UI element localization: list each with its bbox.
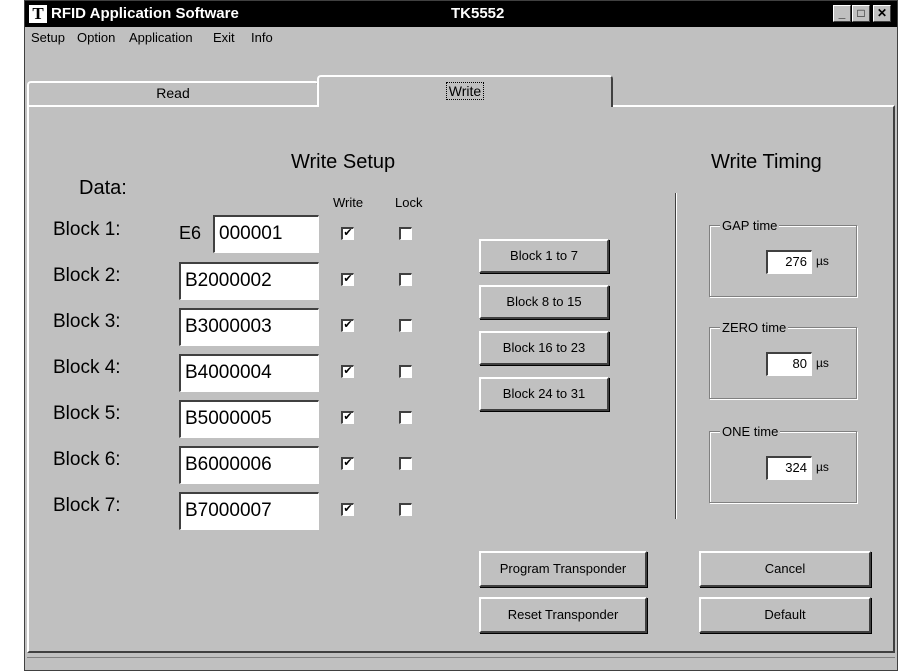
gap-time-label: GAP time [720, 218, 780, 233]
block-7-label: Block 7: [53, 495, 121, 516]
block-7-write-checkbox[interactable]: ✔ [341, 503, 354, 516]
block-16-to-23-button[interactable]: Block 16 to 23 [479, 331, 609, 365]
title-bar[interactable]: T RFID Application Software TK5552 _ □ ✕ [25, 1, 897, 27]
block-2-write-checkbox[interactable]: ✔ [341, 273, 354, 286]
menu-option[interactable]: Option [77, 30, 115, 45]
menu-info[interactable]: Info [251, 30, 273, 45]
data-label: Data: [79, 177, 127, 199]
block-2-label: Block 2: [53, 265, 121, 286]
one-time-group: ONE time 324 µs [709, 424, 857, 503]
block-4-write-checkbox[interactable]: ✔ [341, 365, 354, 378]
block-1-write-checkbox[interactable]: ✔ [341, 227, 354, 240]
block-4-label: Block 4: [53, 357, 121, 378]
write-timing-heading: Write Timing [711, 151, 822, 173]
block-6-lock-checkbox[interactable] [399, 457, 412, 470]
block-6-input[interactable]: B6000006 [179, 446, 319, 484]
tab-read[interactable]: Read [27, 81, 319, 105]
status-bar [27, 657, 895, 669]
block-6-write-checkbox[interactable]: ✔ [341, 457, 354, 470]
zero-time-label: ZERO time [720, 320, 789, 335]
menu-exit[interactable]: Exit [213, 30, 235, 45]
close-icon[interactable]: ✕ [873, 5, 891, 22]
write-panel: Data: Write Setup Write Timing Write Loc… [27, 105, 895, 653]
one-time-label: ONE time [720, 424, 781, 439]
col-write-header: Write [333, 195, 364, 210]
block-5-input[interactable]: B5000005 [179, 400, 319, 438]
zero-time-input[interactable]: 80 [766, 352, 812, 376]
one-time-input[interactable]: 324 [766, 456, 812, 480]
window-title: RFID Application Software [51, 5, 239, 22]
menu-application[interactable]: Application [129, 30, 193, 45]
zero-time-unit: µs [816, 356, 829, 370]
block-2-input[interactable]: B2000002 [179, 262, 319, 300]
col-lock-header: Lock [395, 195, 423, 210]
block-7-input[interactable]: B7000007 [179, 492, 319, 530]
block-2-lock-checkbox[interactable] [399, 273, 412, 286]
block-3-input[interactable]: B3000003 [179, 308, 319, 346]
block-5-lock-checkbox[interactable] [399, 411, 412, 424]
minimize-icon[interactable]: _ [833, 5, 851, 22]
block-3-lock-checkbox[interactable] [399, 319, 412, 332]
block-6-label: Block 6: [53, 449, 121, 470]
section-divider [675, 193, 677, 519]
block-7-lock-checkbox[interactable] [399, 503, 412, 516]
block-5-write-checkbox[interactable]: ✔ [341, 411, 354, 424]
write-setup-heading: Write Setup [291, 151, 396, 173]
reset-transponder-button[interactable]: Reset Transponder [479, 597, 647, 633]
menu-bar: Setup Option Application Exit Info [25, 27, 897, 49]
block-8-to-15-button[interactable]: Block 8 to 15 [479, 285, 609, 319]
block-1-to-7-button[interactable]: Block 1 to 7 [479, 239, 609, 273]
block-4-input[interactable]: B4000004 [179, 354, 319, 392]
menu-setup[interactable]: Setup [31, 30, 65, 45]
block-1-input[interactable]: 000001 [213, 215, 319, 253]
gap-time-group: GAP time 276 µs [709, 218, 857, 297]
block-4-lock-checkbox[interactable] [399, 365, 412, 378]
gap-time-input[interactable]: 276 [766, 250, 812, 274]
block-1-lock-checkbox[interactable] [399, 227, 412, 240]
zero-time-group: ZERO time 80 µs [709, 320, 857, 399]
tab-write-label: Write [445, 82, 485, 100]
window-model: TK5552 [451, 5, 505, 22]
app-window: T RFID Application Software TK5552 _ □ ✕… [24, 0, 898, 671]
app-icon[interactable]: T [29, 5, 47, 23]
one-time-unit: µs [816, 460, 829, 474]
maximize-icon[interactable]: □ [852, 5, 870, 22]
block-1-label: Block 1: [53, 219, 121, 240]
block-3-label: Block 3: [53, 311, 121, 332]
block-1-prefix: E6 [179, 223, 202, 243]
tab-write[interactable]: Write [317, 75, 613, 107]
block-3-write-checkbox[interactable]: ✔ [341, 319, 354, 332]
cancel-button[interactable]: Cancel [699, 551, 871, 587]
program-transponder-button[interactable]: Program Transponder [479, 551, 647, 587]
default-button[interactable]: Default [699, 597, 871, 633]
block-24-to-31-button[interactable]: Block 24 to 31 [479, 377, 609, 411]
block-5-label: Block 5: [53, 403, 121, 424]
gap-time-unit: µs [816, 254, 829, 268]
